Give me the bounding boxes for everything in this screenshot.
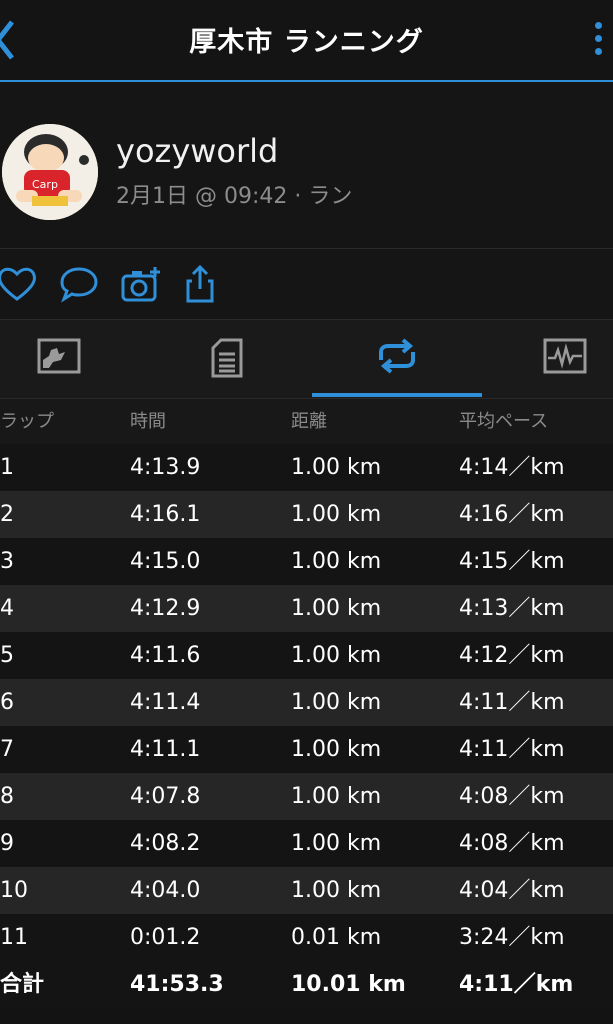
lap-distance: 1.00 km: [291, 690, 382, 715]
laps-table: ラップ 時間 距離 平均ペース 1 4:13.9 1.00 km 4:14／km…: [0, 399, 613, 1008]
total-time: 41:53.3: [130, 972, 224, 997]
table-row[interactable]: 7 4:11.1 1.00 km 4:11／km: [0, 726, 613, 773]
lap-distance: 1.00 km: [291, 784, 382, 809]
lap-pace: 4:16／km: [459, 502, 565, 527]
lap-pace: 4:15／km: [459, 549, 565, 574]
table-row[interactable]: 2 4:16.1 1.00 km 4:16／km: [0, 491, 613, 538]
lap-time: 0:01.2: [130, 925, 201, 950]
lap-number: 11: [0, 925, 28, 950]
header-avg-pace: 平均ペース: [459, 411, 549, 432]
total-distance: 10.01 km: [291, 972, 406, 997]
table-header: ラップ 時間 距離 平均ペース: [0, 399, 613, 444]
lap-time: 4:13.9: [130, 455, 201, 480]
lap-number: 6: [0, 690, 14, 715]
total-label: 合計: [0, 972, 45, 997]
header-distance: 距離: [291, 411, 327, 432]
lap-distance: 1.00 km: [291, 878, 382, 903]
lap-pace: 4:13／km: [459, 596, 565, 621]
comment-icon[interactable]: [58, 265, 100, 303]
header-lap: ラップ: [0, 411, 54, 432]
table-row[interactable]: 10 4:04.0 1.00 km 4:04／km: [0, 867, 613, 914]
lap-pace: 4:14／km: [459, 455, 565, 480]
top-nav-bar: 厚木市 ランニング: [0, 0, 613, 82]
table-row[interactable]: 5 4:11.6 1.00 km 4:12／km: [0, 632, 613, 679]
lap-number: 1: [0, 455, 14, 480]
lap-distance: 1.00 km: [291, 502, 382, 527]
tab-laps[interactable]: [320, 320, 473, 398]
lap-number: 5: [0, 643, 14, 668]
lap-number: 7: [0, 737, 14, 762]
page-title: 厚木市 ランニング: [189, 27, 424, 58]
lap-pace: 4:12／km: [459, 643, 565, 668]
lap-pace: 4:04／km: [459, 878, 565, 903]
lap-time: 4:15.0: [130, 549, 201, 574]
tab-chart[interactable]: [0, 320, 135, 398]
lap-number: 4: [0, 596, 14, 621]
lap-distance: 1.00 km: [291, 596, 382, 621]
lap-number: 2: [0, 502, 14, 527]
lap-pace: 3:24／km: [459, 925, 565, 950]
activity-meta: 2月1日 @ 09:42 · ラン: [116, 184, 353, 209]
header-time: 時間: [130, 411, 166, 432]
tab-stats[interactable]: [488, 320, 613, 398]
lap-time: 4:11.6: [130, 643, 201, 668]
lap-time: 4:16.1: [130, 502, 201, 527]
lap-distance: 1.00 km: [291, 643, 382, 668]
lap-number: 10: [0, 878, 28, 903]
username[interactable]: yozyworld: [116, 132, 278, 170]
lap-number: 9: [0, 831, 14, 856]
more-options-icon[interactable]: [595, 22, 605, 62]
table-row[interactable]: 11 0:01.2 0.01 km 3:24／km: [0, 914, 613, 961]
share-icon[interactable]: [180, 265, 222, 303]
action-bar: [0, 249, 613, 320]
table-row[interactable]: 1 4:13.9 1.00 km 4:14／km: [0, 444, 613, 491]
add-photo-icon[interactable]: [120, 265, 162, 303]
table-row[interactable]: 9 4:08.2 1.00 km 4:08／km: [0, 820, 613, 867]
lap-time: 4:07.8: [130, 784, 201, 809]
details-icon: [211, 338, 242, 378]
like-heart-icon[interactable]: [0, 265, 38, 303]
lap-pace: 4:11／km: [459, 690, 565, 715]
lap-time: 4:04.0: [130, 878, 201, 903]
lap-time: 4:11.4: [130, 690, 201, 715]
avatar-image: Carp: [2, 124, 98, 220]
avatar[interactable]: Carp: [2, 124, 98, 220]
total-row: 合計 41:53.3 10.01 km 4:11／km: [0, 961, 613, 1008]
lap-number: 3: [0, 549, 14, 574]
table-row[interactable]: 6 4:11.4 1.00 km 4:11／km: [0, 679, 613, 726]
svg-text:Carp: Carp: [32, 178, 58, 191]
table-row[interactable]: 8 4:07.8 1.00 km 4:08／km: [0, 773, 613, 820]
laps-icon: [378, 338, 415, 374]
lap-pace: 4:08／km: [459, 784, 565, 809]
lap-distance: 1.00 km: [291, 831, 382, 856]
stats-icon: [543, 338, 586, 374]
lap-pace: 4:11／km: [459, 737, 565, 762]
lap-pace: 4:08／km: [459, 831, 565, 856]
lap-distance: 1.00 km: [291, 549, 382, 574]
lap-number: 8: [0, 784, 14, 809]
chart-icon: [37, 338, 80, 374]
lap-time: 4:12.9: [130, 596, 201, 621]
lap-distance: 0.01 km: [291, 925, 382, 950]
activity-profile: Carp yozyworld 2月1日 @ 09:42 · ラン: [0, 82, 613, 249]
lap-distance: 1.00 km: [291, 455, 382, 480]
active-tab-indicator: [312, 393, 482, 397]
lap-time: 4:11.1: [130, 737, 201, 762]
tab-details[interactable]: [150, 320, 303, 398]
total-pace: 4:11／km: [459, 972, 574, 997]
table-row[interactable]: 4 4:12.9 1.00 km 4:13／km: [0, 585, 613, 632]
table-row[interactable]: 3 4:15.0 1.00 km 4:15／km: [0, 538, 613, 585]
detail-tabs: [0, 320, 613, 399]
lap-time: 4:08.2: [130, 831, 201, 856]
lap-distance: 1.00 km: [291, 737, 382, 762]
